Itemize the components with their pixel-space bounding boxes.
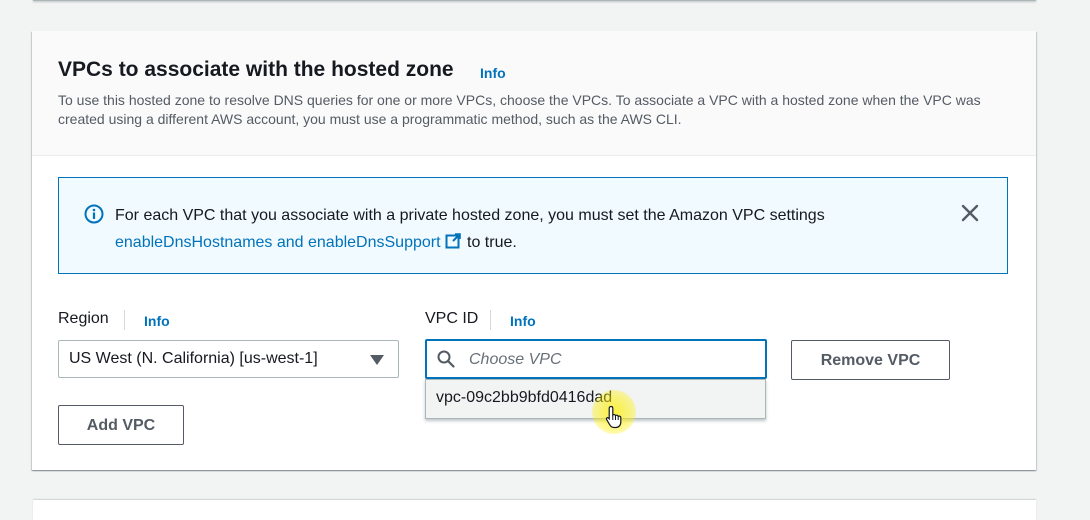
region-info-link[interactable]: Info	[144, 313, 170, 329]
region-select[interactable]: US West (N. California) [us-west-1]	[58, 340, 399, 378]
next-section-card	[33, 500, 1036, 520]
vpc-association-panel: VPCs to associate with the hosted zone I…	[32, 31, 1036, 470]
dns-settings-link[interactable]: enableDnsHostnames and enableDnsSupport	[115, 234, 441, 251]
caret-down-icon	[370, 355, 384, 365]
alert-text-after: to true.	[467, 234, 517, 251]
vpc-option-label: vpc-09c2bb9bfd0416dad	[436, 389, 613, 406]
info-alert: For each VPC that you associate with a p…	[58, 177, 1008, 274]
vpc-search-field[interactable]	[425, 339, 767, 379]
close-icon[interactable]	[959, 202, 981, 224]
add-vpc-button[interactable]: Add VPC	[58, 405, 184, 445]
title-info-link[interactable]: Info	[480, 65, 506, 81]
remove-vpc-button[interactable]: Remove VPC	[791, 340, 950, 380]
vpc-label-divider	[490, 310, 491, 330]
region-label: Region	[58, 310, 109, 327]
alert-text-before: For each VPC that you associate with a p…	[115, 207, 825, 224]
panel-description: To use this hosted zone to resolve DNS q…	[58, 92, 981, 127]
alert-message: For each VPC that you associate with a p…	[115, 202, 955, 256]
panel-title: VPCs to associate with the hosted zone	[58, 58, 454, 81]
hand-pointer-icon	[605, 405, 622, 429]
vpc-id-label: VPC ID	[425, 310, 479, 327]
vpc-info-link[interactable]: Info	[510, 313, 536, 329]
external-link-icon[interactable]	[445, 233, 461, 249]
region-label-divider	[124, 310, 125, 330]
panel-header: VPCs to associate with the hosted zone I…	[32, 31, 1036, 156]
info-circle-icon	[84, 204, 104, 224]
region-selected-value: US West (N. California) [us-west-1]	[69, 350, 318, 367]
vpc-search-input[interactable]	[467, 347, 751, 373]
search-icon	[437, 350, 455, 368]
previous-section-card	[33, 0, 1036, 1]
